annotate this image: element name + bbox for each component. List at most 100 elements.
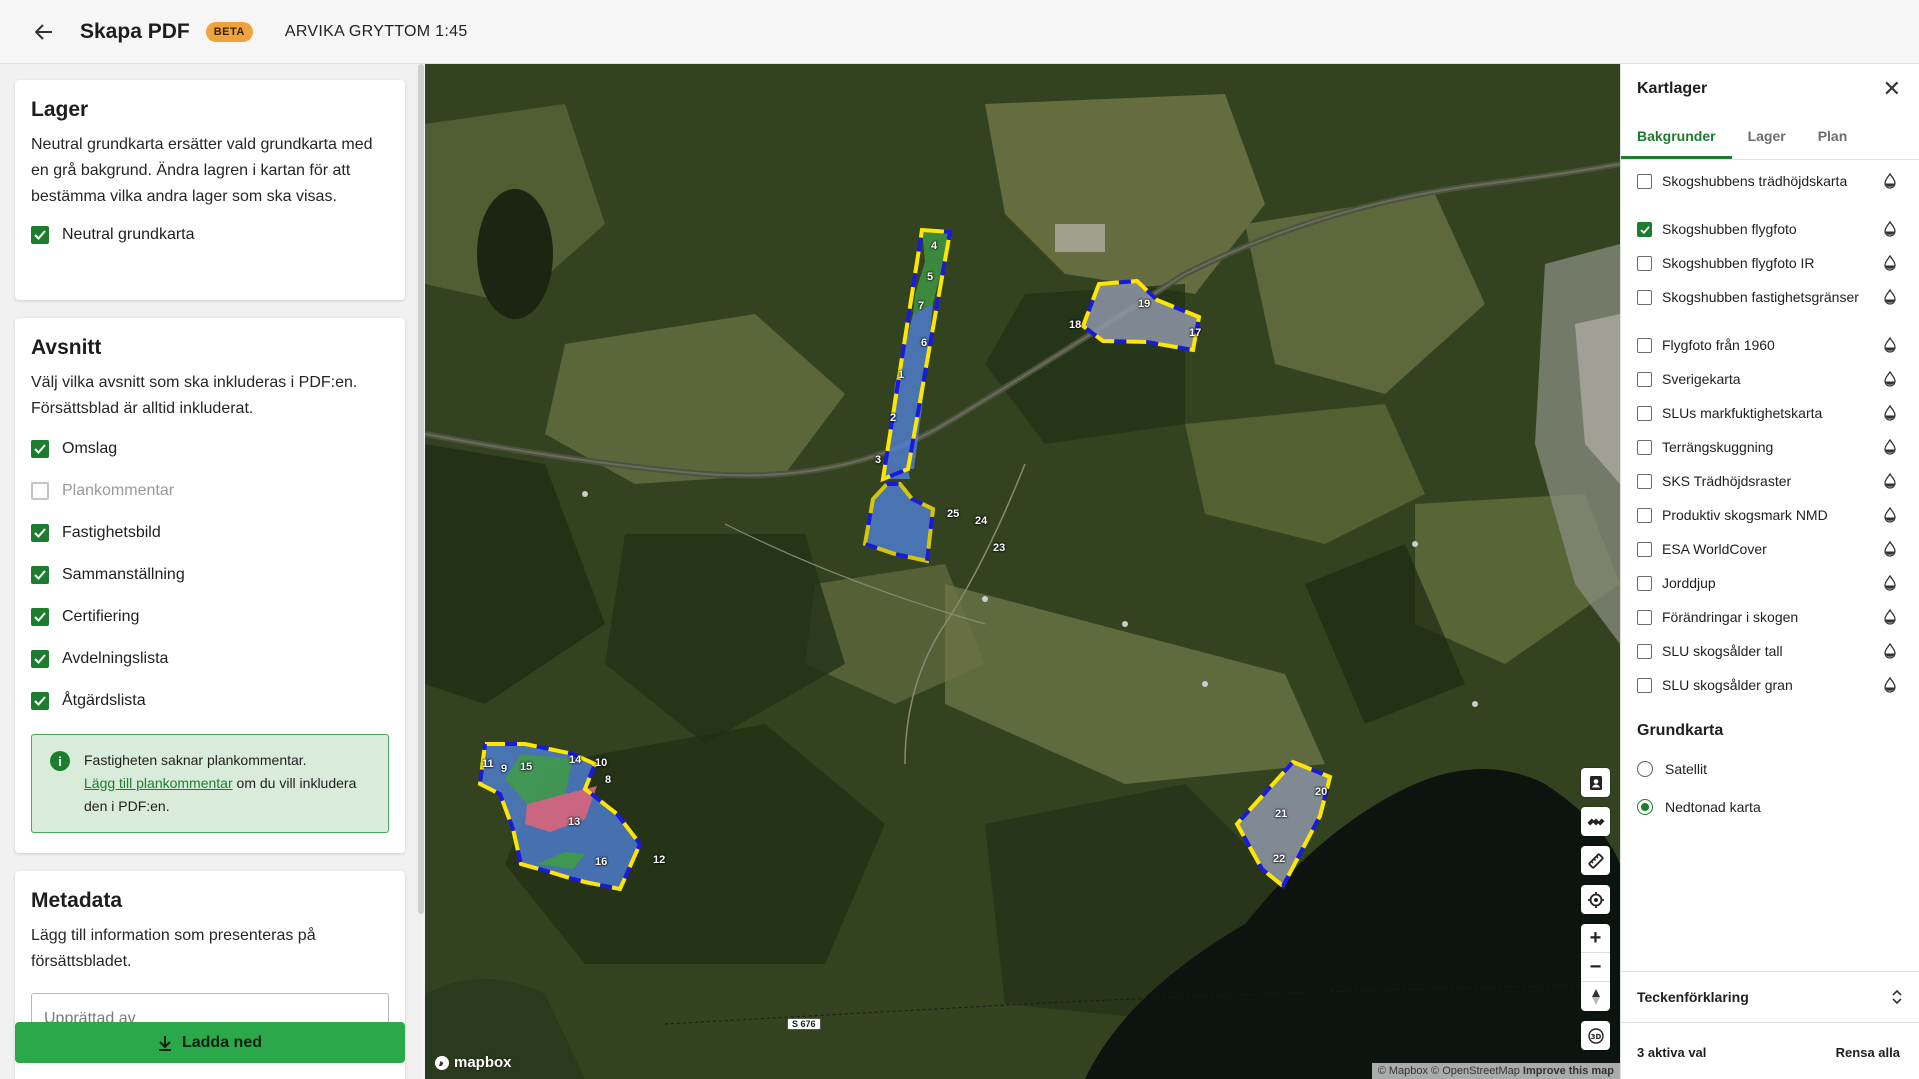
opacity-icon[interactable] — [1883, 288, 1897, 311]
legend-toggle[interactable]: Teckenförklaring — [1621, 971, 1919, 1023]
stand-label[interactable]: 22 — [1273, 853, 1285, 865]
checkbox-icon[interactable] — [1637, 174, 1652, 189]
checkbox-icon[interactable] — [1637, 372, 1652, 387]
grundkarta-option-nedtonad[interactable]: Nedtonad karta — [1621, 788, 1919, 826]
checkbox-icon[interactable] — [1637, 338, 1652, 353]
layer-item[interactable]: SLU skogsålder tall — [1637, 640, 1919, 674]
left-panel-scrollbar[interactable] — [418, 64, 424, 914]
opacity-icon[interactable] — [1883, 404, 1897, 427]
checkbox-icon[interactable] — [1637, 256, 1652, 271]
clear-all-button[interactable]: Rensa alla — [1836, 1045, 1900, 1060]
layer-item[interactable]: SLU skogsålder gran — [1637, 674, 1919, 708]
map-view[interactable]: 1 2 3 4 5 6 7 8 9 10 11 12 13 14 15 16 1… — [425, 64, 1620, 1079]
stand-label[interactable]: 5 — [927, 271, 933, 283]
stand-label[interactable]: 23 — [993, 542, 1005, 554]
improve-map-link[interactable]: Improve this map — [1523, 1065, 1614, 1077]
tab-bakgrunder[interactable]: Bakgrunder — [1621, 114, 1732, 159]
download-button[interactable]: Ladda ned — [15, 1022, 405, 1063]
layer-item[interactable]: Skogshubbens trädhöjdskarta — [1637, 170, 1919, 218]
stand-label[interactable]: 9 — [501, 763, 507, 775]
locate-icon[interactable] — [1581, 885, 1610, 914]
attribution-text[interactable]: © Mapbox © OpenStreetMap — [1378, 1065, 1520, 1077]
layer-item[interactable]: SKS Trädhöjdsraster — [1637, 470, 1919, 504]
neutral-grundkarta-checkbox[interactable]: Neutral grundkarta — [31, 214, 389, 256]
checkbox-icon[interactable] — [1637, 508, 1652, 523]
opacity-icon[interactable] — [1883, 676, 1897, 699]
avsnitt-item-certifiering[interactable]: Certifiering — [31, 596, 389, 638]
compass-icon[interactable] — [1581, 982, 1610, 1011]
stand-label[interactable]: 8 — [605, 774, 611, 786]
stand-label[interactable]: 10 — [595, 757, 607, 769]
avsnitt-item-sammanstallning[interactable]: Sammanställning — [31, 554, 389, 596]
opacity-icon[interactable] — [1883, 540, 1897, 563]
layer-item[interactable]: Sverigekarta — [1637, 368, 1919, 402]
layer-item[interactable]: Produktiv skogsmark NMD — [1637, 504, 1919, 538]
checkbox-icon[interactable] — [1637, 290, 1652, 305]
stand-label[interactable]: 4 — [931, 240, 937, 252]
stand-label[interactable]: 7 — [918, 300, 924, 312]
stand-label[interactable]: 21 — [1275, 808, 1287, 820]
stand-label[interactable]: 14 — [569, 754, 581, 766]
opacity-icon[interactable] — [1883, 438, 1897, 461]
stand-label[interactable]: 12 — [653, 854, 665, 866]
checkbox-icon[interactable] — [1637, 610, 1652, 625]
3d-toggle-icon[interactable]: 3D — [1581, 1021, 1610, 1050]
checkbox-icon[interactable] — [1637, 644, 1652, 659]
stand-label[interactable]: 18 — [1069, 319, 1081, 331]
stand-label[interactable]: 1 — [898, 369, 904, 381]
zoom-out-button[interactable]: − — [1581, 953, 1610, 982]
opacity-icon[interactable] — [1883, 370, 1897, 393]
zoom-in-button[interactable]: + — [1581, 924, 1610, 953]
grundkarta-option-satellit[interactable]: Satellit — [1621, 750, 1919, 788]
opacity-icon[interactable] — [1883, 608, 1897, 631]
layer-item[interactable]: Terrängskuggning — [1637, 436, 1919, 470]
layer-item[interactable]: ESA WorldCover — [1637, 538, 1919, 572]
tab-plan[interactable]: Plan — [1802, 114, 1864, 159]
stand-label[interactable]: 16 — [595, 856, 607, 868]
layer-item[interactable]: Förändringar i skogen — [1637, 606, 1919, 640]
tab-lager[interactable]: Lager — [1732, 114, 1802, 159]
stand-label[interactable]: 25 — [947, 508, 959, 520]
avsnitt-item-atgardslista[interactable]: Åtgärdslista — [31, 680, 389, 722]
stand-label[interactable]: 3 — [875, 454, 881, 466]
mapbox-logo[interactable]: mapbox — [434, 1054, 512, 1071]
checkbox-icon[interactable] — [1637, 678, 1652, 693]
opacity-icon[interactable] — [1883, 506, 1897, 529]
avsnitt-item-omslag[interactable]: Omslag — [31, 428, 389, 470]
avsnitt-item-fastighetsbild[interactable]: Fastighetsbild — [31, 512, 389, 554]
stand-label[interactable]: 17 — [1189, 327, 1201, 339]
ruler-icon[interactable] — [1581, 846, 1610, 875]
checkbox-icon[interactable] — [1637, 406, 1652, 421]
stand-label[interactable]: 20 — [1315, 786, 1327, 798]
opacity-icon[interactable] — [1883, 574, 1897, 597]
layer-item[interactable]: SLUs markfuktighetskarta — [1637, 402, 1919, 436]
back-arrow-icon[interactable] — [30, 18, 58, 46]
opacity-icon[interactable] — [1883, 172, 1897, 195]
checkbox-icon[interactable] — [1637, 576, 1652, 591]
opacity-icon[interactable] — [1883, 220, 1897, 243]
layer-item[interactable]: Skogshubben flygfoto — [1637, 218, 1919, 252]
stand-label[interactable]: 11 — [482, 758, 494, 770]
avsnitt-item-avdelningslista[interactable]: Avdelningslista — [31, 638, 389, 680]
stand-label[interactable]: 24 — [975, 515, 987, 527]
checkbox-checked-icon[interactable] — [1637, 222, 1652, 237]
layer-item[interactable]: Jorddjup — [1637, 572, 1919, 606]
layer-item[interactable]: Skogshubben flygfoto IR — [1637, 252, 1919, 286]
opacity-icon[interactable] — [1883, 336, 1897, 359]
satellite-icon[interactable] — [1581, 807, 1610, 836]
checkbox-icon[interactable] — [1637, 542, 1652, 557]
close-icon[interactable]: ✕ — [1883, 76, 1901, 102]
stand-label[interactable]: 15 — [520, 761, 532, 773]
stand-label[interactable]: 13 — [568, 816, 580, 828]
checkbox-icon[interactable] — [1637, 474, 1652, 489]
contact-icon[interactable] — [1581, 768, 1610, 797]
stand-label[interactable]: 2 — [890, 412, 896, 424]
opacity-icon[interactable] — [1883, 254, 1897, 277]
layer-item[interactable]: Flygfoto från 1960 — [1637, 334, 1919, 368]
stand-label[interactable]: 19 — [1138, 298, 1150, 310]
layer-item[interactable]: Skogshubben fastighetsgränser — [1637, 286, 1919, 334]
stand-label[interactable]: 6 — [921, 337, 927, 349]
add-plankommentar-link[interactable]: Lägg till plankommentar — [84, 775, 233, 791]
opacity-icon[interactable] — [1883, 472, 1897, 495]
opacity-icon[interactable] — [1883, 642, 1897, 665]
